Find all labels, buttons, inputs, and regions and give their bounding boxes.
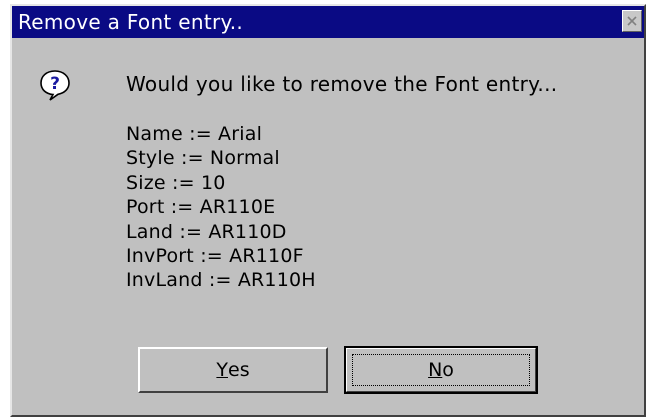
- yes-label-rest: es: [228, 359, 250, 381]
- dialog-title: Remove a Font entry..: [18, 10, 244, 34]
- yes-mnemonic: Y: [216, 359, 228, 381]
- remove-font-dialog: Remove a Font entry.. ? Would you like t…: [10, 4, 646, 417]
- detail-name: Name := Arial: [126, 123, 263, 145]
- detail-port: Port := AR110E: [126, 196, 276, 219]
- no-mnemonic: N: [428, 359, 443, 381]
- close-button[interactable]: [622, 10, 642, 32]
- confirmation-message: Would you like to remove the Font entry.…: [126, 72, 558, 96]
- detail-invland: InvLand := AR110H: [126, 269, 316, 292]
- no-button[interactable]: No: [344, 346, 538, 394]
- title-bar[interactable]: Remove a Font entry..: [12, 6, 644, 38]
- detail-size: Size := 10: [126, 171, 226, 194]
- detail-land: Land := AR110D: [126, 220, 287, 243]
- close-icon: [627, 16, 637, 26]
- detail-style: Style := Normal: [126, 147, 280, 170]
- no-label-rest: o: [442, 359, 454, 381]
- yes-button[interactable]: Yes: [138, 347, 328, 393]
- svg-text:?: ?: [50, 74, 60, 94]
- font-entry-details: Name := Arial Style := Normal Size := 10…: [126, 122, 316, 293]
- question-icon: ?: [38, 68, 72, 102]
- detail-invport: InvPort := AR110F: [126, 245, 304, 268]
